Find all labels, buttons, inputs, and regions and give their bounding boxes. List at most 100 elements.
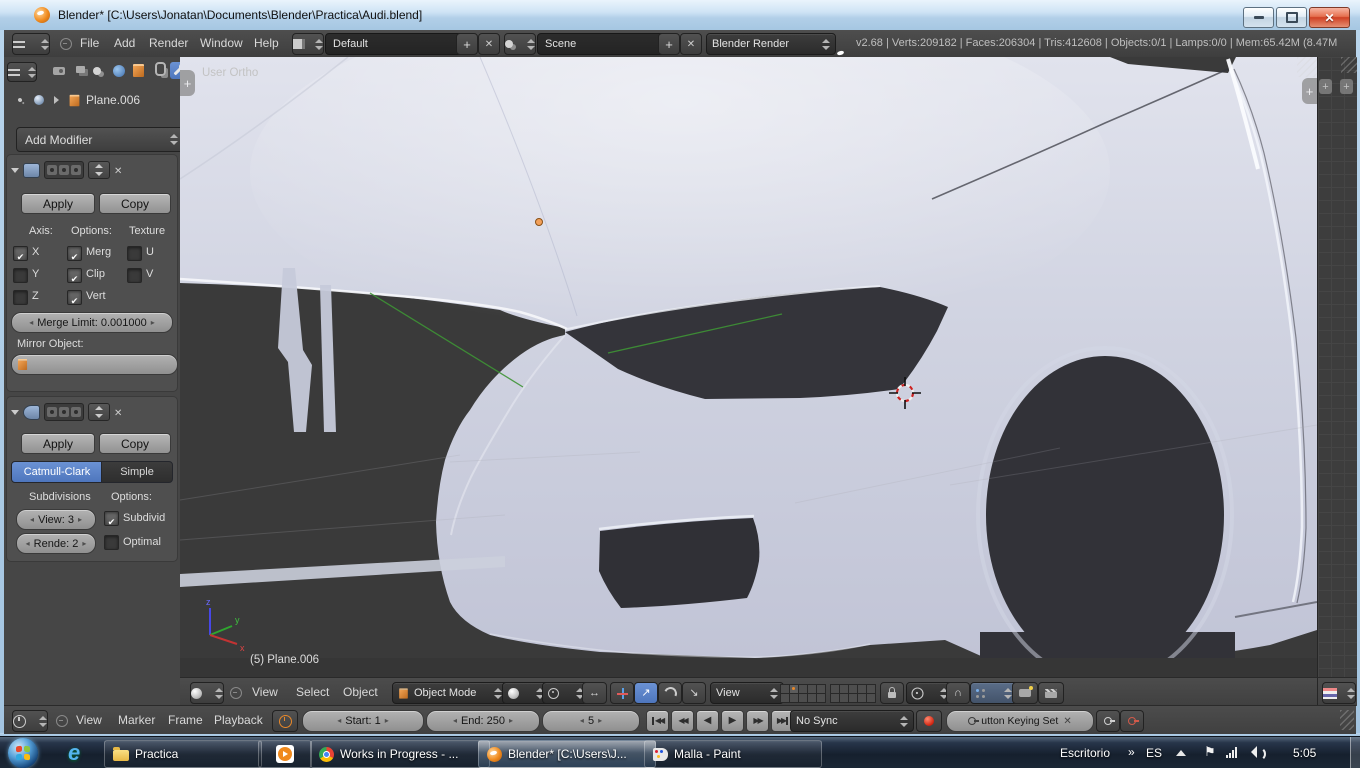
editor-type-button-secondary[interactable] — [1322, 682, 1356, 704]
subdivide-uvs-checkbox[interactable] — [104, 511, 119, 526]
language-indicator[interactable]: ES — [1146, 746, 1162, 760]
mode-dropdown[interactable]: Object Mode — [392, 682, 508, 704]
timeline-menu-view[interactable]: View — [76, 713, 102, 727]
manipulator-toggle[interactable] — [610, 682, 634, 704]
layers-widget-left[interactable] — [780, 684, 826, 703]
option-clip-checkbox[interactable] — [67, 268, 82, 283]
expand-triangle-icon[interactable] — [11, 409, 19, 415]
render-engine-dropdown[interactable]: Blender Render — [706, 33, 836, 55]
axis-y-checkbox[interactable] — [13, 268, 28, 283]
close-button[interactable]: ✕ — [1309, 7, 1350, 28]
internet-explorer-icon[interactable]: e — [68, 740, 80, 766]
subsurf-apply-button[interactable]: Apply — [21, 433, 95, 454]
snap-toggle[interactable]: ∩ — [946, 682, 970, 704]
layers-widget-right[interactable] — [830, 684, 876, 703]
transform-orientation-dropdown[interactable]: View — [710, 682, 784, 704]
tab-object[interactable] — [130, 62, 147, 79]
delete-layout-button[interactable] — [478, 33, 500, 55]
properties-shelf-open-tab[interactable]: + — [1340, 79, 1353, 94]
translate-manipulator-button[interactable]: ↗ — [634, 682, 658, 704]
taskbar-button-chrome[interactable]: Works in Progress - ... — [310, 740, 490, 768]
opengl-animation-button[interactable] — [1038, 682, 1064, 704]
delete-keyframe-button[interactable] — [1120, 710, 1144, 732]
timeline-menu-marker[interactable]: Marker — [118, 713, 155, 727]
menu-add[interactable]: Add — [114, 36, 135, 50]
viewport-menu-view[interactable]: View — [252, 685, 278, 699]
taskbar-button-practica[interactable]: Practica — [104, 740, 262, 768]
delete-scene-button[interactable] — [680, 33, 702, 55]
tab-render-layers[interactable] — [70, 62, 87, 79]
delete-modifier-icon[interactable] — [114, 161, 122, 179]
rotate-manipulator-button[interactable] — [658, 682, 682, 704]
area-corner-widget[interactable] — [1341, 57, 1357, 73]
menu-help[interactable]: Help — [254, 36, 279, 50]
auto-keyframe-record-button[interactable] — [916, 710, 942, 732]
optimal-display-checkbox[interactable] — [104, 535, 119, 550]
lock-to-scene-toggle[interactable] — [880, 682, 904, 704]
restore-button[interactable] — [1276, 7, 1307, 28]
view-subdivisions-slider[interactable]: ◂ View: 3 ▸ — [16, 509, 96, 530]
add-modifier-dropdown[interactable]: Add Modifier — [16, 127, 180, 152]
delete-modifier-icon[interactable] — [114, 403, 122, 421]
timeline-menu-frame[interactable]: Frame — [168, 713, 203, 727]
desktop-toolbar-label[interactable]: Escritorio — [1060, 746, 1110, 760]
pin-icon[interactable] — [17, 97, 23, 103]
screen-layout-field[interactable]: Default — [325, 33, 469, 55]
media-player-taskbar-icon[interactable] — [258, 740, 312, 768]
start-button[interactable] — [8, 738, 38, 768]
clock[interactable]: 5:05 — [1293, 746, 1316, 760]
show-hidden-icons-button[interactable] — [1176, 750, 1186, 756]
texture-u-checkbox[interactable] — [127, 246, 142, 261]
jump-to-start-button[interactable]: ◀◀ — [646, 710, 669, 732]
editor-type-button-timeline[interactable] — [12, 710, 48, 732]
start-frame-field[interactable]: ◂ Start: 1 ▸ — [302, 710, 424, 732]
editor-type-button-info[interactable] — [12, 33, 50, 55]
subsurf-copy-button[interactable]: Copy — [99, 433, 171, 454]
merge-limit-slider[interactable]: ◂ Merge Limit: 0.001000 ▸ — [11, 312, 173, 333]
network-icon[interactable] — [1226, 747, 1237, 758]
clear-keying-set-icon[interactable]: ✕ — [1063, 716, 1071, 727]
secondary-viewport[interactable]: + + — [1317, 57, 1357, 677]
toolbar-chevron-icon[interactable] — [1128, 743, 1135, 761]
modifier-visibility-toggles[interactable] — [44, 161, 84, 179]
catmull-clark-button[interactable]: Catmull-Clark — [11, 461, 103, 483]
add-layout-button[interactable] — [456, 33, 478, 55]
preview-range-toggle[interactable] — [272, 710, 298, 732]
play-reverse-button[interactable]: ◀ — [696, 710, 719, 732]
viewport-menu-object[interactable]: Object — [343, 685, 378, 699]
sync-dropdown[interactable]: No Sync — [790, 710, 914, 732]
toolshelf-open-tab[interactable]: + — [180, 70, 195, 96]
prev-keyframe-button[interactable]: ◀◀ — [671, 710, 694, 732]
scale-manipulator-button[interactable]: ↘ — [682, 682, 706, 704]
viewport-canvas[interactable]: z y x User Ortho (5) Plane.006 — [180, 57, 1317, 677]
axis-x-checkbox[interactable] — [13, 246, 28, 261]
menu-window[interactable]: Window — [200, 36, 243, 50]
window-titlebar[interactable]: Blender* [C:\Users\Jonatan\Documents\Ble… — [0, 0, 1360, 31]
scene-field[interactable]: Scene — [537, 33, 671, 55]
mirror-copy-button[interactable]: Copy — [99, 193, 171, 214]
tab-world[interactable] — [110, 62, 127, 79]
tab-render[interactable] — [50, 62, 67, 79]
editor-type-button-properties[interactable] — [7, 62, 37, 82]
move-modifier-up-down[interactable] — [88, 403, 110, 421]
current-frame-field[interactable]: ◂ 5 ▸ — [542, 710, 640, 732]
texture-v-checkbox[interactable] — [127, 268, 142, 283]
mirror-modifier-header[interactable] — [7, 155, 177, 181]
properties-shelf-open-tab[interactable]: + — [1302, 78, 1317, 104]
option-merge-checkbox[interactable] — [67, 246, 82, 261]
move-modifier-up-down[interactable] — [88, 161, 110, 179]
taskbar-button-paint[interactable]: Malla - Paint — [644, 740, 822, 768]
mirror-object-field[interactable] — [11, 354, 178, 375]
screen-layout-icon-button[interactable] — [292, 33, 324, 55]
subsurf-modifier-header[interactable] — [7, 397, 177, 423]
menu-render[interactable]: Render — [149, 36, 188, 50]
expand-triangle-icon[interactable] — [11, 167, 19, 173]
next-keyframe-button[interactable]: ▶▶ — [746, 710, 769, 732]
snap-element-dropdown[interactable] — [970, 682, 1018, 704]
axis-z-checkbox[interactable] — [13, 290, 28, 305]
scene-icon-button[interactable] — [504, 33, 536, 55]
show-desktop-button[interactable] — [1350, 737, 1360, 768]
pivot-align-toggle[interactable]: ↔ — [582, 682, 607, 704]
play-button[interactable]: ▶ — [721, 710, 744, 732]
collapse-menus-icon[interactable] — [60, 38, 72, 50]
